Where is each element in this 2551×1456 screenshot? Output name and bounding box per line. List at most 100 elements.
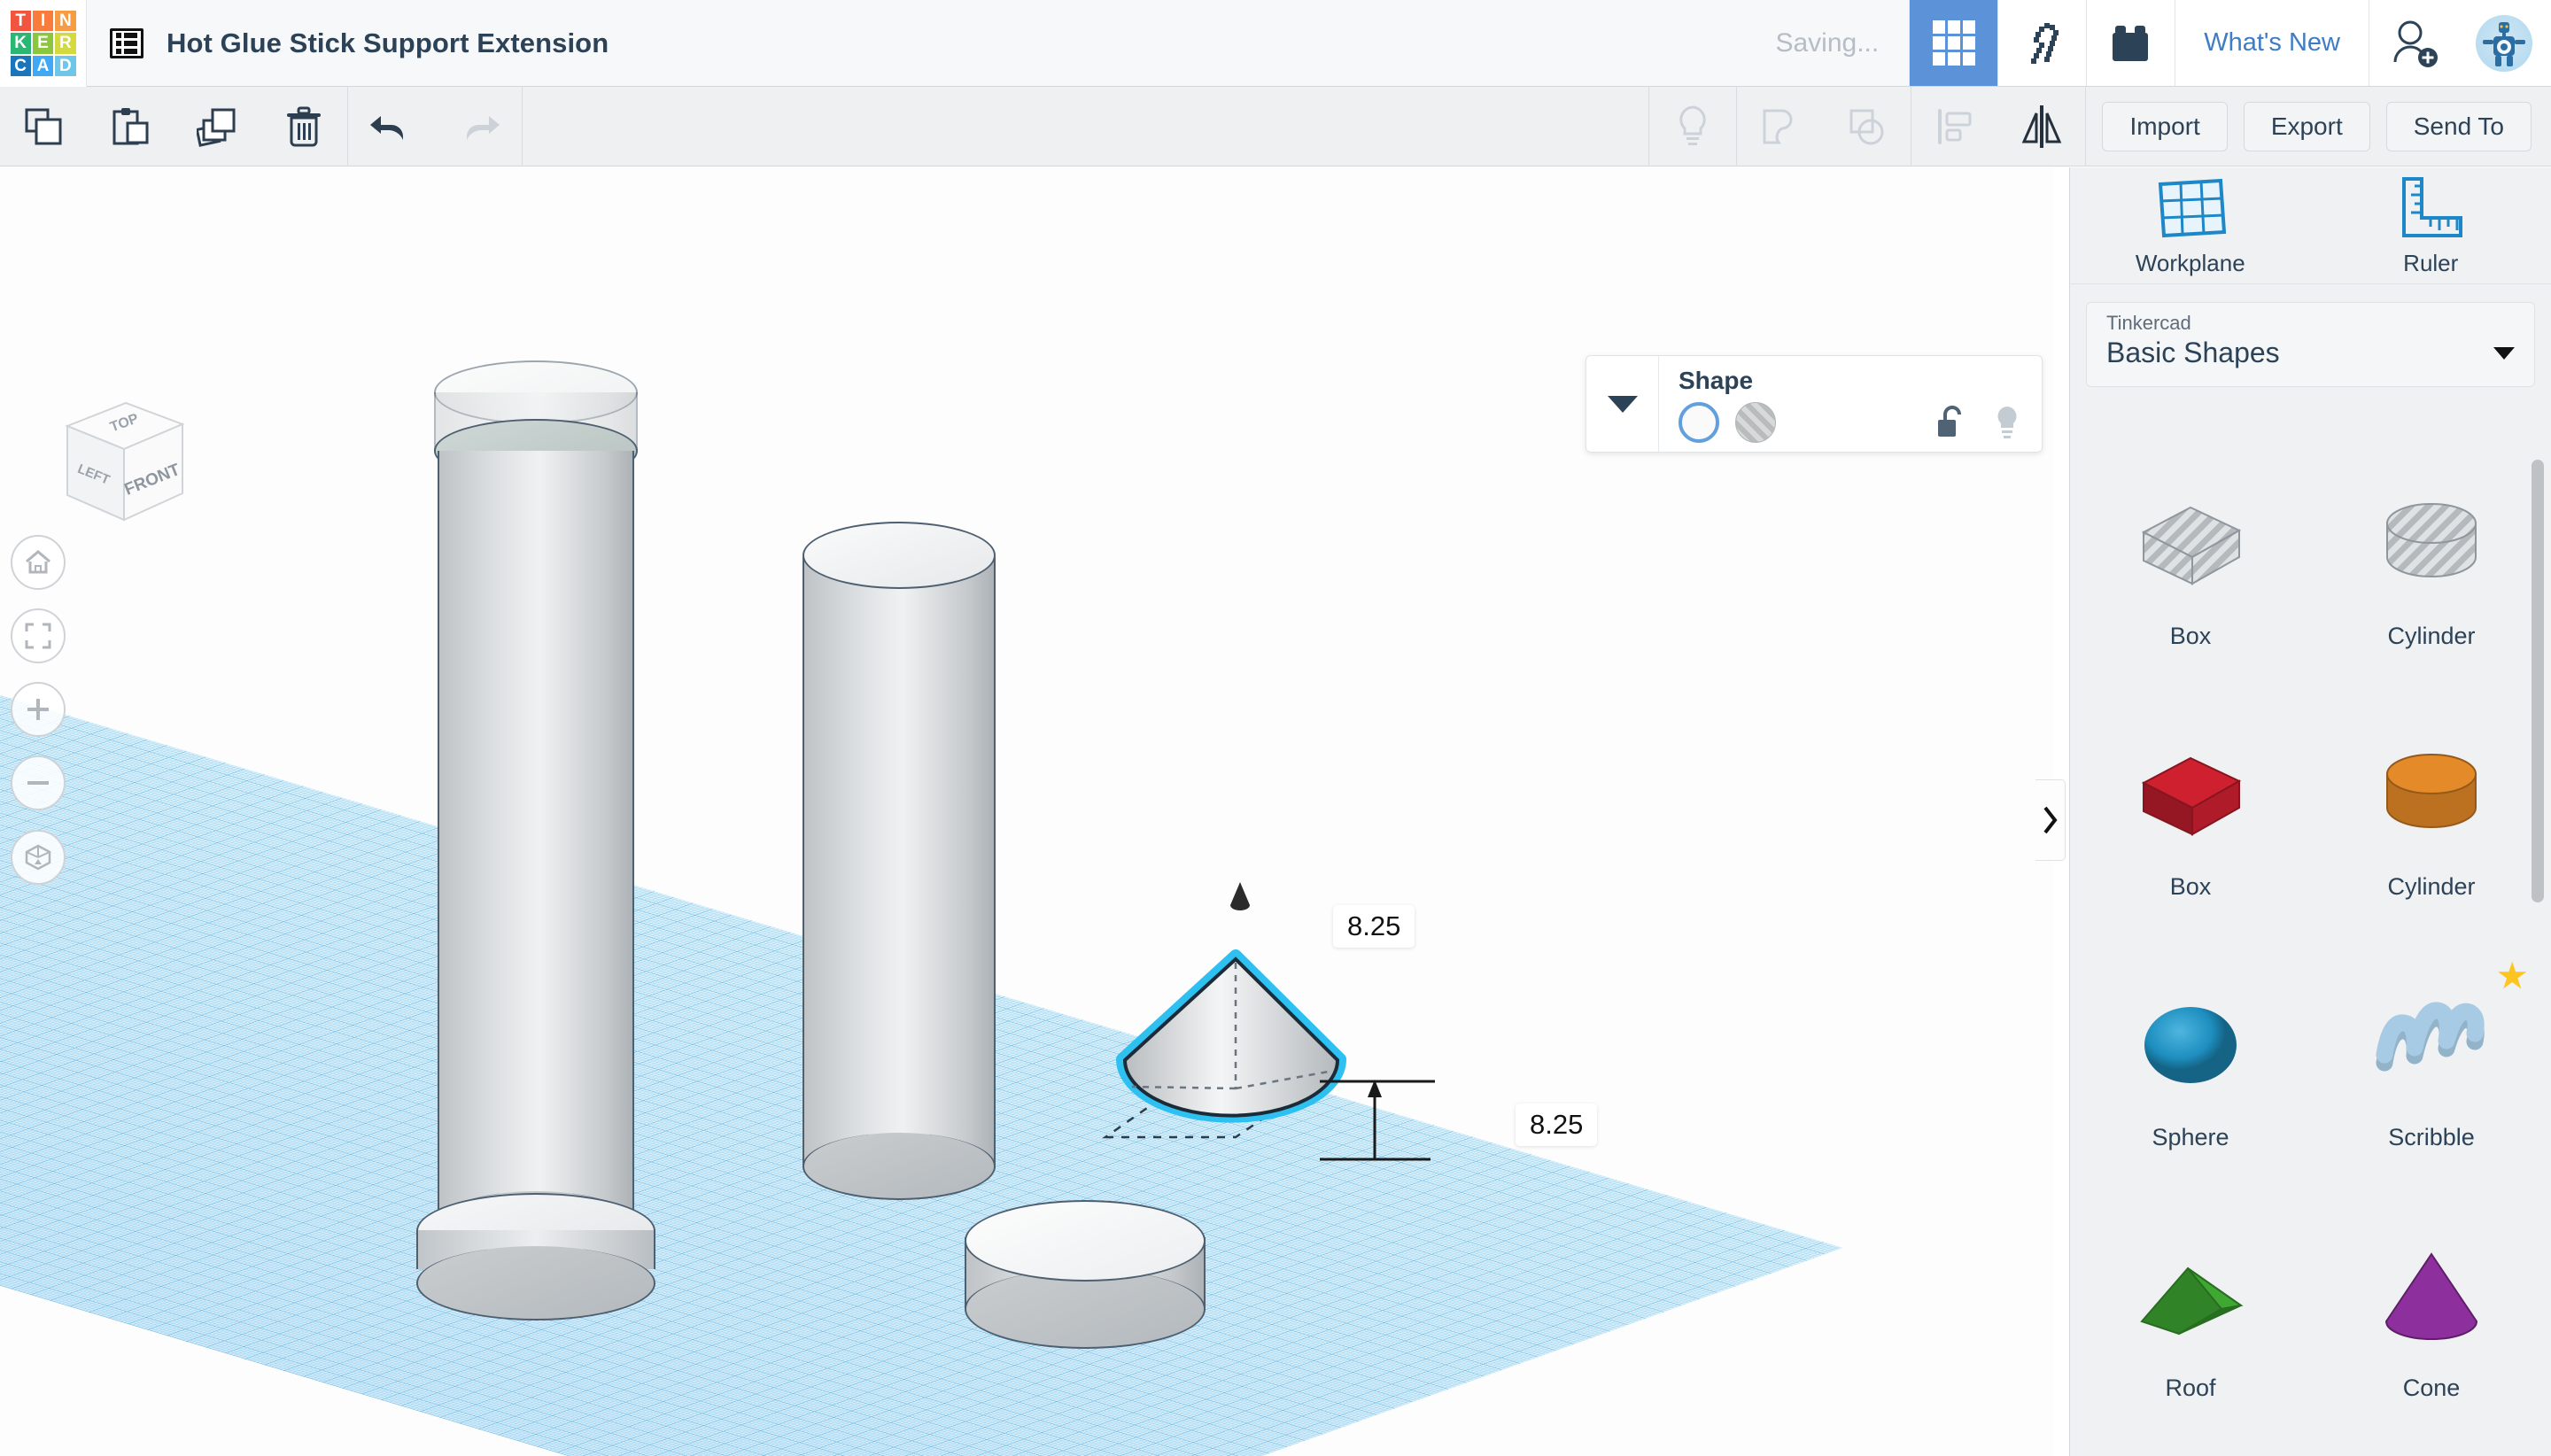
undo-button[interactable] bbox=[348, 87, 435, 167]
3d-viewport[interactable]: 8.25 8.25 TOP LEFT FRONT Shape bbox=[0, 167, 2053, 1456]
workplane-tool-label: Workplane bbox=[2135, 250, 2245, 276]
disc-object[interactable] bbox=[961, 1193, 1209, 1379]
sphere-solid-icon bbox=[2124, 979, 2257, 1120]
minecraft-button[interactable] bbox=[1997, 0, 2087, 86]
orthographic-view-icon bbox=[25, 844, 51, 871]
shape-item-label: Roof bbox=[2165, 1375, 2216, 1401]
paste-icon bbox=[112, 107, 149, 144]
logo-letter-a: A bbox=[32, 55, 54, 76]
logo-letter-i: I bbox=[32, 11, 54, 32]
cone-solid-icon bbox=[2365, 1229, 2498, 1371]
shape-panel-title: Shape bbox=[1679, 367, 1754, 394]
roof-solid-icon bbox=[2124, 1229, 2257, 1371]
ortho-toggle-button[interactable] bbox=[11, 830, 66, 885]
lego-button[interactable] bbox=[2086, 0, 2175, 86]
logo-letter-k: K bbox=[10, 33, 31, 54]
delete-button[interactable] bbox=[260, 87, 347, 167]
lightbulb-icon[interactable] bbox=[1992, 404, 2022, 441]
shape-item-label: Box bbox=[2169, 873, 2212, 900]
designs-grid-button[interactable] bbox=[1909, 0, 1998, 86]
shape-item-label: Box bbox=[2169, 623, 2212, 649]
blocks-grid-icon bbox=[1932, 19, 1975, 66]
solid-color-swatch[interactable] bbox=[1679, 402, 1719, 443]
home-view-button[interactable] bbox=[11, 535, 66, 590]
minecraft-pickaxe-icon bbox=[2030, 22, 2059, 64]
cylinder-solid-icon bbox=[2365, 728, 2498, 870]
toolbar-divider-6 bbox=[2085, 86, 2087, 167]
shape-item-cylinder-1[interactable]: Cylinder bbox=[2311, 438, 2551, 689]
panel-toggle-button[interactable] bbox=[2035, 779, 2066, 861]
shape-category-select[interactable]: Tinkercad Basic Shapes bbox=[2086, 302, 2535, 387]
dimension-label-height[interactable]: 8.25 bbox=[1333, 905, 1415, 948]
ungroup-button[interactable] bbox=[1824, 87, 1911, 167]
shape-item-sphere-4[interactable]: Sphere bbox=[2070, 940, 2311, 1190]
app-header: TIN KER CAD Hot Glue Stick Support Extensi… bbox=[0, 0, 2551, 87]
logo-letter-c: C bbox=[10, 55, 31, 76]
cylinder-object-2[interactable] bbox=[797, 522, 1001, 1212]
ruler-tool[interactable]: Ruler bbox=[2311, 167, 2551, 283]
shape-library-grid: Box Cylinder Box Cylinder Sphere Scribble ★ Roo… bbox=[2070, 438, 2551, 1446]
list-view-icon bbox=[110, 27, 143, 58]
export-button[interactable]: Export bbox=[2243, 101, 2370, 151]
fit-to-screen-button[interactable] bbox=[11, 608, 66, 663]
hint-button[interactable] bbox=[1649, 87, 1736, 167]
shape-item-cone-7[interactable]: Cone bbox=[2311, 1190, 2551, 1441]
hole-swatch[interactable] bbox=[1735, 402, 1776, 443]
box-hole-icon bbox=[2124, 477, 2257, 619]
logo-letter-d: D bbox=[55, 55, 76, 76]
category-name: Basic Shapes bbox=[2106, 337, 2280, 368]
shape-panel-scrollbar[interactable] bbox=[2532, 460, 2544, 902]
lightbulb-icon bbox=[1679, 105, 1707, 145]
import-button[interactable]: Import bbox=[2102, 101, 2228, 151]
mirror-icon bbox=[2022, 105, 2062, 148]
shape-item-label: Sphere bbox=[2152, 1124, 2229, 1150]
category-provider: Tinkercad bbox=[2106, 312, 2191, 334]
cylinder-hole-icon bbox=[2365, 477, 2498, 619]
logo-letter-r: R bbox=[55, 33, 76, 54]
unlock-icon[interactable] bbox=[1935, 404, 1967, 441]
copy-button[interactable] bbox=[0, 87, 87, 167]
main-toolbar: Import Export Send To bbox=[0, 86, 2551, 167]
shape-item-label: Cone bbox=[2402, 1375, 2461, 1401]
tinkercad-logo[interactable]: TIN KER CAD bbox=[0, 0, 87, 87]
shape-panel-controls bbox=[1679, 402, 2022, 443]
zoom-in-icon bbox=[27, 699, 49, 720]
whats-new-link[interactable]: What's New bbox=[2175, 0, 2369, 86]
shape-panel-collapse-button[interactable] bbox=[1586, 356, 1659, 452]
send-to-button[interactable]: Send To bbox=[2385, 101, 2532, 151]
zoom-out-button[interactable] bbox=[11, 755, 66, 810]
star-badge-icon: ★ bbox=[2495, 955, 2529, 996]
shapes-side-panel: Workplane Ruler Tinkercad Basic Shapes B… bbox=[2069, 167, 2551, 1456]
workplane-tool[interactable]: Workplane bbox=[2070, 167, 2311, 283]
cylinder-object-1[interactable] bbox=[416, 360, 655, 1361]
trash-icon bbox=[287, 106, 321, 146]
duplicate-button[interactable] bbox=[174, 87, 260, 167]
shape-item-box-0[interactable]: Box bbox=[2070, 438, 2311, 689]
shape-item-label: Cylinder bbox=[2387, 623, 2476, 649]
panel-tools-row: Workplane Ruler bbox=[2070, 167, 2551, 284]
undo-arrow-icon bbox=[370, 115, 403, 140]
invite-people-button[interactable] bbox=[2369, 0, 2457, 86]
view-cube[interactable]: TOP LEFT FRONT bbox=[34, 387, 211, 546]
zoom-out-icon bbox=[27, 781, 49, 785]
shape-inspector-panel[interactable]: Shape bbox=[1586, 355, 2043, 453]
mirror-button[interactable] bbox=[1998, 87, 2085, 167]
ruler-tool-label: Ruler bbox=[2403, 250, 2459, 276]
redo-button[interactable] bbox=[435, 87, 522, 167]
group-button[interactable] bbox=[1737, 87, 1824, 167]
project-list-button[interactable] bbox=[99, 0, 154, 86]
shape-item-box-2[interactable]: Box bbox=[2070, 689, 2311, 940]
align-icon bbox=[1938, 108, 1972, 144]
height-handle-icon[interactable] bbox=[1227, 880, 1253, 915]
zoom-in-button[interactable] bbox=[11, 682, 66, 737]
shape-item-cylinder-3[interactable]: Cylinder bbox=[2311, 689, 2551, 940]
dimension-label-depth[interactable]: 8.25 bbox=[1516, 1104, 1598, 1146]
ungroup-shapes-icon bbox=[1849, 109, 1884, 144]
tinkercad-editor: TIN KER CAD Hot Glue Stick Support Extensi… bbox=[0, 0, 2551, 1456]
paste-button[interactable] bbox=[87, 87, 174, 167]
align-button[interactable] bbox=[1911, 87, 1998, 167]
page-title[interactable]: Hot Glue Stick Support Extension bbox=[167, 0, 609, 86]
user-avatar-button[interactable] bbox=[2457, 0, 2551, 86]
shape-item-scribble-5[interactable]: Scribble ★ bbox=[2311, 940, 2551, 1190]
shape-item-roof-6[interactable]: Roof bbox=[2070, 1190, 2311, 1441]
